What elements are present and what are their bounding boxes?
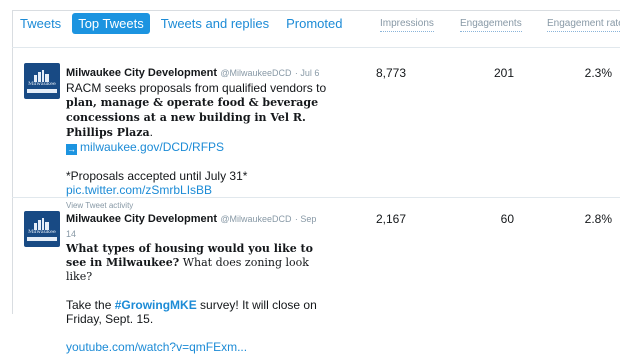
header-divider: [12, 47, 620, 48]
city-of-milwaukee-logo-icon: [34, 69, 49, 82]
tweet-pic-link[interactable]: pic.twitter.com/zSmrbLIsBB: [66, 183, 328, 197]
tweet-2: Milwaukee City Development @MilwaukeeDCD…: [66, 211, 328, 354]
tweet-note: *Proposals accepted until July 31*: [66, 169, 248, 183]
hashtag-link[interactable]: #GrowingMKE: [115, 298, 197, 312]
tweet-text-end: .: [149, 125, 153, 139]
tweet-handle[interactable]: @MilwaukeeDCD: [220, 214, 291, 224]
tweet-link[interactable]: milwaukee.gov/DCD/RFPS: [80, 140, 224, 154]
tweet-text: What types of housing would you like to …: [66, 242, 328, 284]
tweet-tabs: Tweets Top Tweets Tweets and replies Pro…: [20, 12, 360, 34]
tweet-1: Milwaukee City Development @MilwaukeeDCD…: [66, 65, 328, 213]
avatar-logo-text: Milwaukee: [28, 80, 56, 87]
tweet-text: RACM seeks proposals from qualified vend…: [66, 81, 328, 140]
tweet-1-engagement-rate: 2.3%: [584, 66, 612, 80]
tweet-1-engagements: 201: [493, 66, 514, 80]
avatar[interactable]: Milwaukee: [24, 63, 60, 99]
tweet-2-engagements: 60: [500, 212, 514, 226]
link-arrow-icon: →: [66, 144, 77, 155]
tweet-handle[interactable]: @MilwaukeeDCD: [220, 68, 291, 78]
tweet-link[interactable]: youtube.com/watch?v=qmFExm...: [66, 340, 328, 354]
tweet-author[interactable]: Milwaukee City Development: [66, 213, 217, 225]
row-divider: [12, 197, 620, 198]
tweet-cta-lead: Take the: [66, 298, 115, 312]
tweet-author[interactable]: Milwaukee City Development: [66, 67, 217, 79]
tweet-1-impressions: 8,773: [375, 66, 406, 80]
engagements-header[interactable]: Engagements: [460, 18, 522, 32]
tab-promoted[interactable]: Promoted: [286, 13, 342, 34]
tweet-2-impressions: 2,167: [375, 212, 406, 226]
avatar[interactable]: Milwaukee: [24, 211, 60, 247]
tweet-text-lead: RACM seeks proposals from qualified vend…: [66, 81, 327, 95]
avatar-logo-strip: [27, 236, 57, 241]
tab-tweets-and-replies[interactable]: Tweets and replies: [161, 13, 269, 34]
avatar-logo-text: Milwaukee: [28, 228, 56, 235]
engagement-rate-header[interactable]: Engagement rate: [547, 18, 620, 32]
tweet-cta: Take the #GrowingMKE survey! It will clo…: [66, 298, 328, 326]
avatar-logo-strip: [27, 88, 57, 93]
tweet-date[interactable]: · Jul 6: [295, 68, 320, 78]
city-of-milwaukee-logo-icon: [34, 217, 49, 230]
tweet-2-engagement-rate: 2.8%: [584, 212, 612, 226]
tweet-text-bold: plan, manage & operate food & beverage c…: [66, 96, 319, 139]
tab-top-tweets[interactable]: Top Tweets: [72, 12, 150, 34]
impressions-header[interactable]: Impressions: [380, 18, 434, 32]
tab-tweets[interactable]: Tweets: [20, 13, 61, 34]
